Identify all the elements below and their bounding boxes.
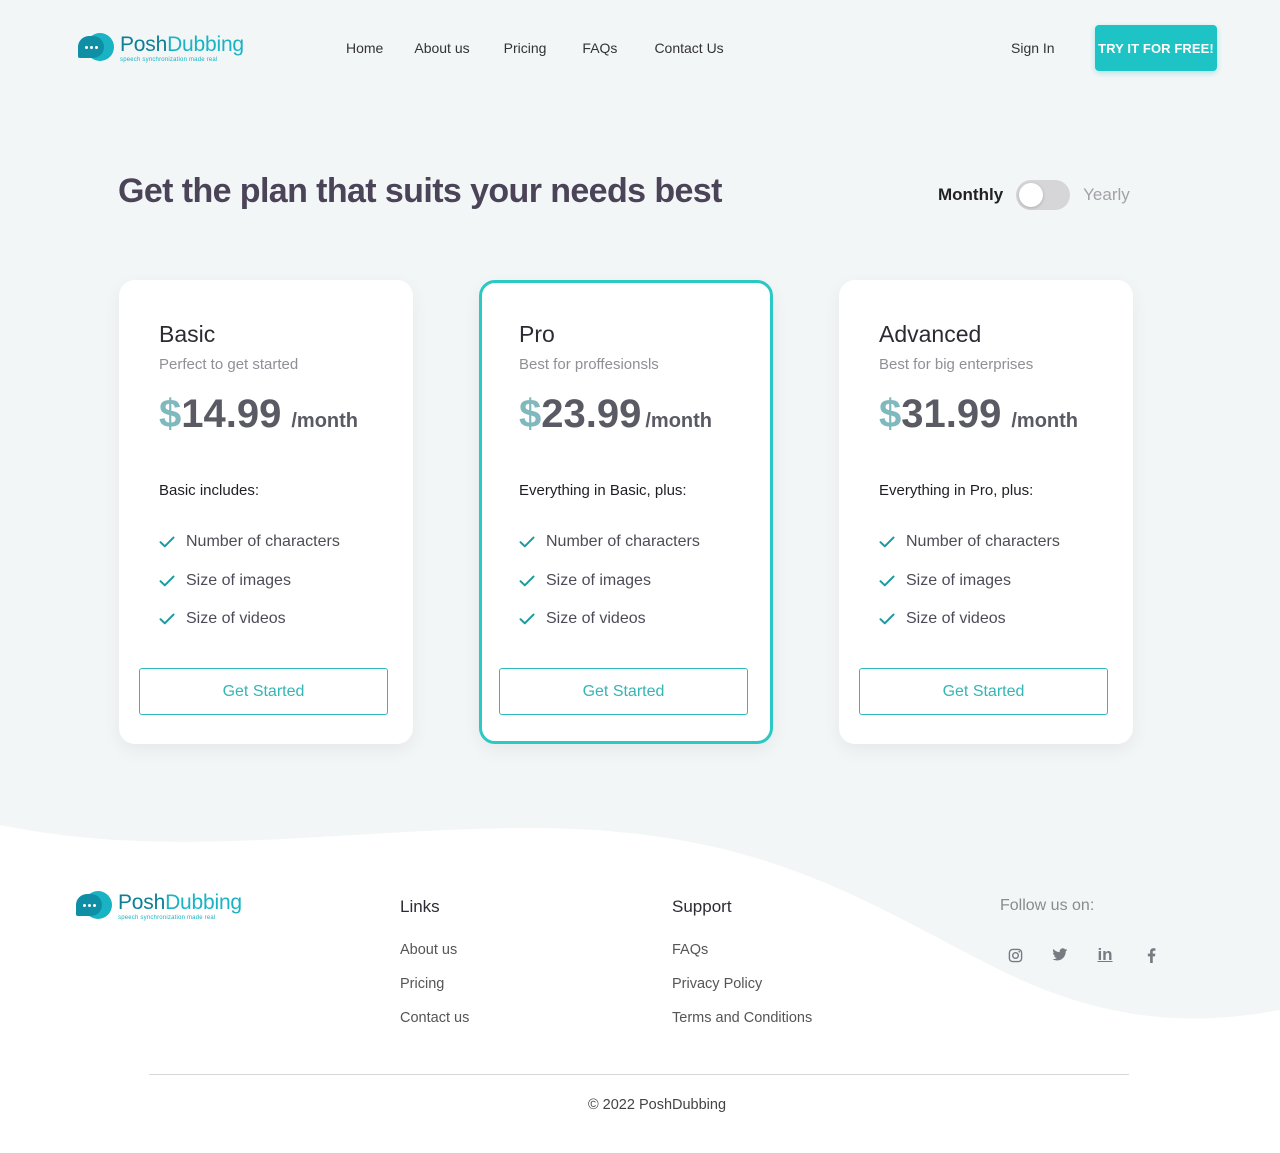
price-amount: 14.99	[181, 392, 282, 436]
footer-link-faqs[interactable]: FAQs	[672, 942, 708, 958]
check-icon	[879, 536, 895, 548]
nav-faqs[interactable]: FAQs	[582, 40, 617, 56]
feature-item: Size of images	[879, 562, 1060, 601]
feature-label: Size of videos	[186, 610, 286, 628]
feature-item: Size of images	[519, 562, 700, 601]
feature-label: Size of images	[546, 571, 651, 589]
footer-divider	[149, 1074, 1129, 1075]
check-icon	[879, 613, 895, 625]
feature-label: Size of images	[906, 571, 1011, 589]
footer-link-terms[interactable]: Terms and Conditions	[672, 1010, 812, 1026]
sign-in-link[interactable]: Sign In	[1011, 40, 1055, 56]
plan-card-advanced: Advanced Best for big enterprises $31.99…	[839, 280, 1133, 744]
toggle-knob	[1019, 183, 1044, 207]
plan-name: Advanced	[879, 321, 982, 347]
feature-label: Size of videos	[546, 610, 646, 628]
feature-label: Size of images	[186, 571, 291, 589]
follow-us-label: Follow us on:	[1000, 897, 1095, 914]
includes-heading: Basic includes:	[159, 482, 260, 499]
price-period: /month	[1011, 410, 1079, 432]
nav-pricing[interactable]: Pricing	[504, 40, 547, 56]
feature-label: Number of characters	[546, 533, 700, 551]
feature-item: Size of images	[159, 562, 340, 601]
copyright-text: © 2022 PoshDubbing	[587, 1097, 727, 1113]
includes-heading: Everything in Basic, plus:	[519, 482, 687, 499]
currency-symbol: $	[879, 392, 902, 436]
plan-subtitle: Perfect to get started	[159, 356, 299, 373]
yearly-label[interactable]: Yearly	[1083, 185, 1130, 205]
currency-symbol: $	[519, 392, 542, 436]
feature-list: Number of characters Size of images Size…	[879, 523, 1060, 639]
billing-toggle-group: Monthly Yearly	[938, 180, 1130, 210]
includes-heading: Everything in Pro, plus:	[879, 482, 1034, 499]
plan-name: Basic	[159, 321, 216, 347]
price-period: /month	[645, 410, 713, 432]
twitter-icon[interactable]	[1050, 945, 1070, 965]
nav-about-us[interactable]: About us	[414, 40, 469, 56]
plan-name: Pro	[519, 321, 555, 347]
page-title: Get the plan that suits your needs best	[118, 172, 722, 210]
footer-support-title: Support	[672, 897, 732, 916]
nav-home[interactable]: Home	[346, 40, 383, 56]
price-amount: 23.99	[541, 392, 642, 436]
check-icon	[519, 536, 535, 548]
feature-list: Number of characters Size of images Size…	[159, 523, 340, 639]
plan-card-pro: Pro Best for proffesionsls $23.99/month …	[479, 280, 773, 744]
brand-tagline: speech synchronization made real	[120, 56, 218, 63]
monthly-label[interactable]: Monthly	[938, 185, 1003, 205]
feature-item: Number of characters	[159, 523, 340, 562]
plan-price: $31.99/month	[879, 392, 1078, 437]
footer-link-about-us[interactable]: About us	[400, 942, 457, 958]
get-started-button-advanced[interactable]: Get Started	[859, 668, 1108, 715]
try-it-free-button[interactable]: TRY IT FOR FREE!	[1095, 25, 1217, 71]
check-icon	[519, 613, 535, 625]
plan-card-basic: Basic Perfect to get started $14.99/mont…	[119, 280, 413, 744]
plan-price: $23.99/month	[519, 392, 712, 437]
nav-contact-us[interactable]: Contact Us	[654, 40, 723, 56]
get-started-button-basic[interactable]: Get Started	[139, 668, 388, 715]
feature-label: Number of characters	[186, 533, 340, 551]
footer-link-contact-us[interactable]: Contact us	[400, 1010, 469, 1026]
footer-brand-logo[interactable]: PoshDubbing speech synchronization made …	[76, 891, 242, 921]
get-started-button-pro[interactable]: Get Started	[499, 668, 748, 715]
check-icon	[159, 536, 175, 548]
feature-item: Number of characters	[519, 523, 700, 562]
brand-tagline: speech synchronization made real	[118, 914, 216, 921]
plan-subtitle: Best for proffesionsls	[519, 356, 659, 373]
feature-label: Size of videos	[906, 610, 1006, 628]
price-amount: 31.99	[901, 392, 1002, 436]
check-icon	[519, 575, 535, 587]
feature-item: Size of videos	[879, 600, 1060, 639]
footer-links-title: Links	[400, 897, 440, 916]
price-period: /month	[291, 410, 359, 432]
check-icon	[159, 613, 175, 625]
brand-name: PoshDubbing	[118, 890, 242, 914]
instagram-icon[interactable]	[1005, 945, 1025, 965]
billing-period-toggle[interactable]	[1016, 180, 1071, 210]
brand-name: PoshDubbing	[120, 32, 244, 56]
main-nav: Home About us Pricing FAQs Contact Us	[346, 40, 724, 56]
site-header: PoshDubbing speech synchronization made …	[0, 0, 1280, 100]
currency-symbol: $	[159, 392, 182, 436]
feature-list: Number of characters Size of images Size…	[519, 523, 700, 639]
feature-item: Size of videos	[519, 600, 700, 639]
feature-item: Number of characters	[879, 523, 1060, 562]
brand-logo[interactable]: PoshDubbing speech synchronization made …	[78, 33, 244, 63]
plan-subtitle: Best for big enterprises	[879, 356, 1034, 373]
feature-label: Number of characters	[906, 533, 1060, 551]
footer-link-privacy-policy[interactable]: Privacy Policy	[672, 976, 762, 992]
check-icon	[879, 575, 895, 587]
facebook-icon[interactable]	[1141, 945, 1161, 965]
linkedin-icon[interactable]: in	[1095, 945, 1115, 965]
footer-link-pricing[interactable]: Pricing	[400, 976, 444, 992]
plan-price: $14.99/month	[159, 392, 358, 437]
chat-bubble-logo-icon	[76, 891, 112, 921]
chat-bubble-logo-icon	[78, 33, 114, 63]
feature-item: Size of videos	[159, 600, 340, 639]
check-icon	[159, 575, 175, 587]
